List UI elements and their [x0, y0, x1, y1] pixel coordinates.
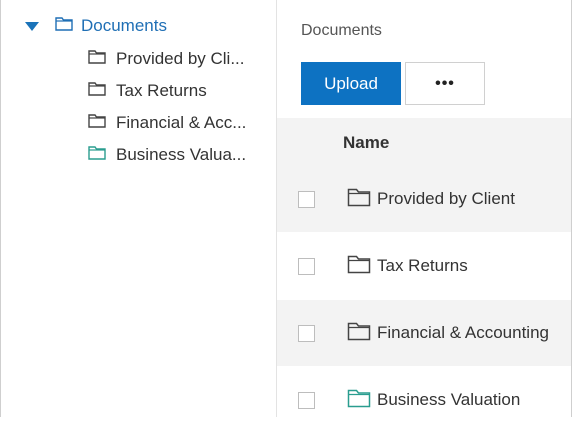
- row-checkbox[interactable]: [298, 257, 315, 275]
- folder-icon: [347, 321, 371, 346]
- tree-item-label: Tax Returns: [116, 81, 207, 100]
- row-name-cell: Tax Returns: [347, 254, 468, 279]
- row-name-cell: Business Valuation: [347, 388, 520, 413]
- tree-item-label: Provided by Cli...: [116, 49, 245, 68]
- folder-icon: [88, 49, 106, 69]
- folder-tree: Documents Provided by Cli... Tax Returns: [1, 0, 277, 417]
- row-name-cell: Provided by Client: [347, 187, 515, 212]
- upload-button[interactable]: Upload: [301, 62, 401, 105]
- tree-item-tax-returns[interactable]: Tax Returns: [88, 80, 207, 102]
- table-row[interactable]: Tax Returns: [277, 233, 571, 299]
- panel-title: Documents: [301, 22, 382, 39]
- table-row[interactable]: Business Valuation: [277, 367, 571, 433]
- folder-icon: [88, 113, 106, 133]
- row-name[interactable]: Provided by Client: [377, 189, 515, 209]
- folder-icon: [347, 388, 371, 413]
- row-checkbox[interactable]: [298, 391, 315, 409]
- folder-icon: [347, 187, 371, 212]
- folder-icon: [55, 16, 73, 36]
- row-name-cell: Financial & Accounting: [347, 321, 549, 346]
- documents-panel: Documents Upload ••• Name Provided by Cl…: [277, 0, 571, 417]
- row-name[interactable]: Financial & Accounting: [377, 323, 549, 343]
- documents-window: Documents Provided by Cli... Tax Returns: [0, 0, 572, 417]
- folder-icon: [88, 145, 106, 165]
- tree-item-business-valuation[interactable]: Business Valua...: [88, 144, 246, 166]
- tree-item-provided-by-client[interactable]: Provided by Cli...: [88, 48, 245, 70]
- caret-down-icon[interactable]: [25, 21, 39, 31]
- row-name[interactable]: Business Valuation: [377, 390, 520, 410]
- tree-item-label: Business Valua...: [116, 145, 247, 164]
- tree-item-financial-accounting[interactable]: Financial & Acc...: [88, 112, 246, 134]
- row-name[interactable]: Tax Returns: [377, 256, 468, 276]
- tree-root-documents[interactable]: Documents: [25, 15, 167, 37]
- more-options-button[interactable]: •••: [405, 62, 485, 105]
- row-checkbox[interactable]: [298, 190, 315, 208]
- tree-root-label: Documents: [81, 16, 167, 35]
- table-row[interactable]: Financial & Accounting: [277, 300, 571, 366]
- folder-icon: [347, 254, 371, 279]
- row-checkbox[interactable]: [298, 324, 315, 342]
- table-header: Name: [277, 118, 571, 166]
- table-row[interactable]: Provided by Client: [277, 166, 571, 232]
- folder-icon: [88, 81, 106, 101]
- column-header-name[interactable]: Name: [343, 133, 389, 153]
- tree-item-label: Financial & Acc...: [116, 113, 247, 132]
